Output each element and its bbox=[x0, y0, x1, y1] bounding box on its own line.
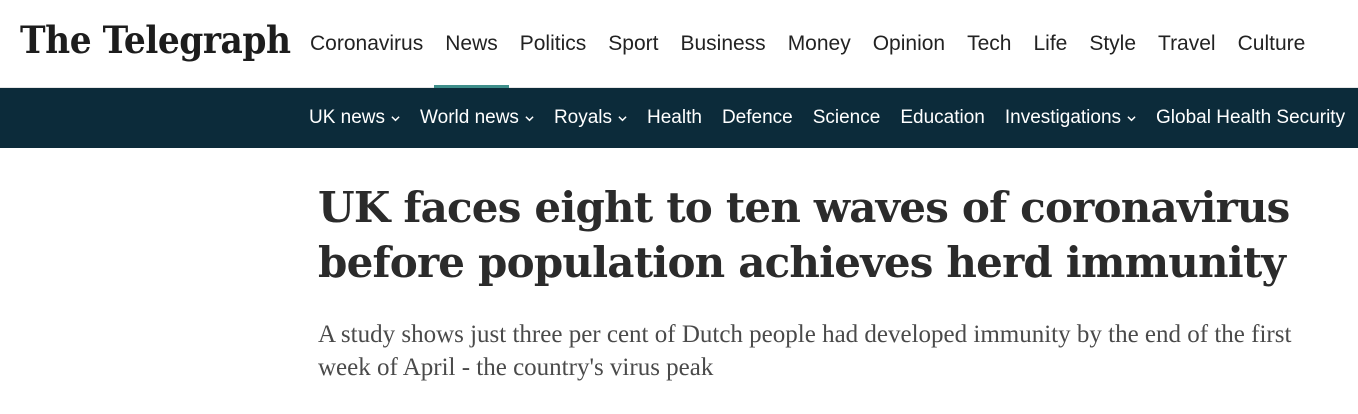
chevron-down-icon bbox=[618, 115, 627, 121]
article-header: UK faces eight to ten waves of coronavir… bbox=[318, 180, 1348, 384]
telegraph-logo[interactable]: The Telegraph bbox=[20, 18, 291, 62]
section-nav-label: World news bbox=[420, 107, 519, 128]
section-nav-item-science[interactable]: Science bbox=[803, 107, 891, 129]
section-nav-bar: UK news World news Royals Health Defence… bbox=[0, 88, 1358, 148]
main-nav-item-opinion[interactable]: Opinion bbox=[862, 0, 956, 88]
main-nav-item-travel[interactable]: Travel bbox=[1147, 0, 1227, 88]
main-nav-item-culture[interactable]: Culture bbox=[1227, 0, 1317, 88]
main-nav-item-tech[interactable]: Tech bbox=[956, 0, 1022, 88]
section-nav: UK news World news Royals Health Defence… bbox=[299, 88, 1355, 148]
section-nav-item-health[interactable]: Health bbox=[637, 107, 712, 129]
main-nav-item-style[interactable]: Style bbox=[1078, 0, 1147, 88]
section-nav-item-education[interactable]: Education bbox=[890, 107, 995, 129]
main-nav-item-politics[interactable]: Politics bbox=[509, 0, 598, 88]
main-nav-item-sport[interactable]: Sport bbox=[597, 0, 669, 88]
main-nav-item-life[interactable]: Life bbox=[1022, 0, 1078, 88]
section-nav-item-royals[interactable]: Royals bbox=[544, 107, 637, 129]
main-nav-item-money[interactable]: Money bbox=[777, 0, 862, 88]
section-nav-item-world-news[interactable]: World news bbox=[410, 107, 544, 129]
site-header: The Telegraph Coronavirus News Politics … bbox=[0, 0, 1358, 88]
section-nav-item-investigations[interactable]: Investigations bbox=[995, 107, 1146, 129]
main-nav-item-business[interactable]: Business bbox=[669, 0, 776, 88]
section-nav-label: Royals bbox=[553, 107, 613, 128]
chevron-down-icon bbox=[391, 115, 400, 121]
section-nav-item-global-health-security[interactable]: Global Health Security bbox=[1146, 107, 1355, 129]
section-nav-label: UK news bbox=[309, 107, 386, 128]
article-standfirst: A study shows just three per cent of Dut… bbox=[318, 321, 1292, 381]
main-nav: Coronavirus News Politics Sport Business… bbox=[299, 0, 1316, 88]
chevron-down-icon bbox=[1127, 115, 1136, 121]
chevron-down-icon bbox=[525, 115, 534, 121]
section-nav-item-uk-news[interactable]: UK news bbox=[299, 107, 410, 129]
section-nav-item-defence[interactable]: Defence bbox=[712, 107, 803, 129]
section-nav-label: Investigations bbox=[1004, 107, 1122, 128]
main-nav-item-coronavirus[interactable]: Coronavirus bbox=[299, 0, 434, 88]
article-headline: UK faces eight to ten waves of coronavir… bbox=[318, 183, 1290, 287]
main-nav-item-news[interactable]: News bbox=[434, 0, 509, 88]
